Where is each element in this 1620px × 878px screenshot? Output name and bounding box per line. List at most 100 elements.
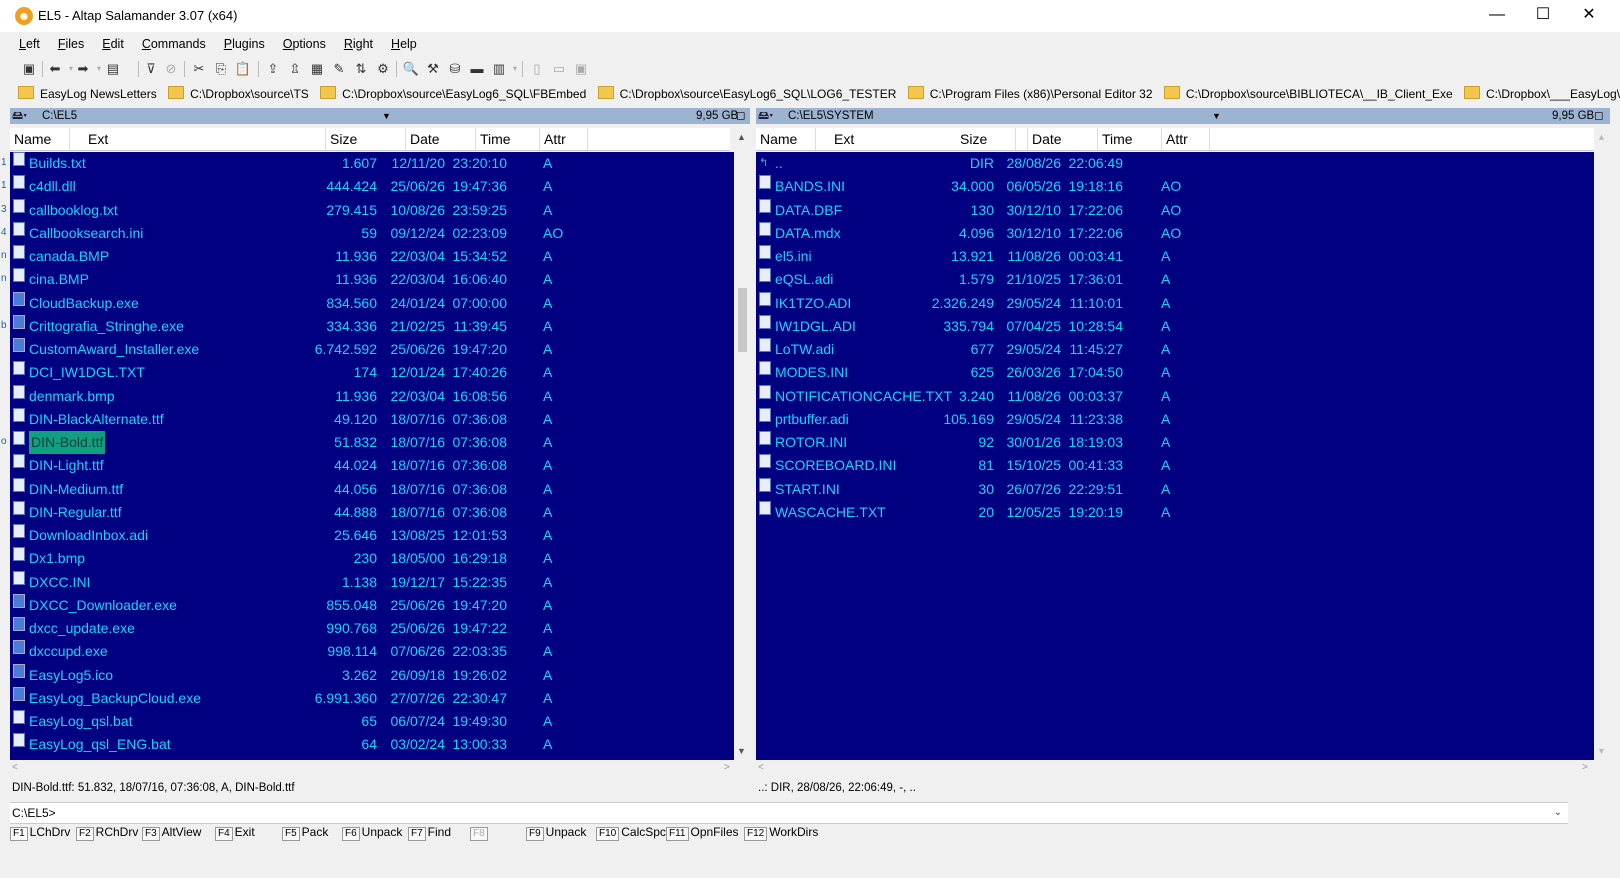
left-vertical-scrollbar[interactable]: ▲ ▼ [734,128,751,760]
path-history-dropdown-icon[interactable]: ▼ [382,108,391,124]
command-prompt[interactable]: C:\EL5> [10,806,56,820]
file-row[interactable]: MODES.INI 625 26/03/26 17:04:50 A [756,361,1594,384]
menu-files[interactable]: Files [49,33,93,55]
fkey-f10[interactable]: F10 CalcSpc [596,824,666,841]
file-row[interactable]: dxccupd.exe 998.114 07/06/26 22:03:35 A [10,640,734,663]
fkey-f1[interactable]: F1 LChDrv [10,824,70,841]
hotpath-item[interactable]: C:\Dropbox\___EasyLog\___EasyLog Marke [1463,84,1620,104]
file-row[interactable]: prtbuffer.adi 105.169 29/05/24 11:23:38 A [756,407,1594,431]
file-row[interactable]: ↰.. DIR 28/08/26 22:06:49 [756,152,1594,175]
file-row[interactable]: EasyLog_qsl_ENG.bat 64 03/02/24 13:00:33 A [10,733,734,756]
copy-icon[interactable]: ⎘ [212,60,230,78]
fkey-f12[interactable]: F12 WorkDirs [744,824,818,841]
scroll-right-icon[interactable]: > [1582,762,1588,773]
file-row[interactable]: EasyLog5.ico 3.262 26/09/18 19:26:02 A [10,663,734,687]
file-row[interactable]: dxcc_update.exe 990.768 25/06/26 19:47:22 A [10,617,734,640]
new-folder-icon[interactable]: ▦ [308,60,326,78]
file-row[interactable]: DownloadInbox.adi 25.646 13/08/25 12:01:53 A [10,524,734,547]
hotpath-item[interactable]: C:\Program Files (x86)\Personal Editor 3… [907,84,1153,104]
command-shell-icon[interactable]: ▬ [468,60,486,78]
file-row[interactable]: CloudBackup.exe 834.560 24/01/24 07:00:00 A [10,291,734,315]
right-file-list[interactable]: ↰.. DIR 28/08/26 22:06:49 BANDS.INI 34.000 06/… [756,152,1594,760]
fkey-f5[interactable]: F5 Pack [282,824,328,841]
column-size[interactable]: Size [956,128,1028,150]
zoom-panel-icon[interactable]: ◻ [736,108,746,124]
fkey-f8[interactable]: F8 [470,824,490,841]
hotpath-item[interactable]: C:\Dropbox\source\EasyLog6_SQL\LOG6_TEST… [597,84,896,104]
left-file-list[interactable]: Builds.txt 1.607 12/11/20 23:20:10 Ac4dll.dl… [10,152,734,760]
close-button[interactable]: ✕ [1566,0,1612,32]
file-row[interactable]: EasyLog_BackupCloud.exe 6.991.360 27/07/26… [10,686,734,710]
column-name[interactable]: Name [756,128,816,150]
scroll-up-icon[interactable]: ▲ [737,132,746,142]
right-horizontal-scrollbar[interactable]: < > [756,760,1594,776]
menu-plugins[interactable]: Plugins [215,33,274,55]
column-ext[interactable]: Ext [70,128,326,150]
column-size[interactable]: Size [326,128,406,150]
hotpath-item[interactable]: C:\Dropbox\source\BIBLIOTECA\__IB_Client… [1163,84,1453,104]
file-row[interactable]: canada.BMP 11.936 22/03/04 15:34:52 A [10,245,734,268]
drive-info-icon[interactable]: ▣ [572,60,590,78]
file-row[interactable]: EasyLog_qsl.bat 65 06/07/24 19:49:30 A [10,710,734,733]
salamander-app-icon[interactable]: ☻ [15,7,33,25]
right-path-bar[interactable]: 🖴▾ C:\EL5\SYSTEM ▼ 9,95 GB ◻ [756,108,1610,124]
menu-options[interactable]: Options [274,33,335,55]
path-history-dropdown-icon[interactable]: ▼ [1212,108,1221,124]
left-horizontal-scrollbar[interactable]: < > [10,760,734,776]
fkey-f2[interactable]: F2 RChDrv [76,824,138,841]
fkey-f3[interactable]: F3 AltView [142,824,201,841]
file-row[interactable]: START.INI 30 26/07/26 22:29:51 A [756,477,1594,501]
command-history-dropdown-icon[interactable]: ⌄ [1554,803,1562,823]
filter-icon[interactable]: ⊽ [142,60,160,78]
column-attr[interactable]: Attr [1162,128,1210,150]
change-drive-icon[interactable]: ▣ [20,60,38,78]
properties-icon[interactable]: ⚙ [374,60,392,78]
column-attr[interactable]: Attr [540,128,588,150]
file-row[interactable]: DCI_IW1DGL.TXT 174 12/01/24 17:40:26 A [10,361,734,384]
fkey-f4[interactable]: F4 Exit [215,824,255,841]
right-path-text[interactable]: C:\EL5\SYSTEM [788,108,874,124]
hotpaths-icon[interactable]: ▤ [104,60,122,78]
left-path-bar[interactable]: 🖴▾ C:\EL5 ▼ 9,95 GB ◻ [10,108,750,124]
file-row[interactable]: cina.BMP 11.936 22/03/04 16:06:40 A [10,268,734,291]
zoom-panel-icon[interactable]: ◻ [1594,108,1604,124]
menu-edit[interactable]: Edit [93,33,133,55]
file-row[interactable]: ROTOR.INI 92 30/01/26 18:19:03 A [756,431,1594,454]
file-row[interactable]: Dx1.bmp 230 18/05/00 16:29:18 A [10,547,734,570]
image-viewer-icon[interactable]: ▭ [550,60,568,78]
column-time[interactable]: Time [1098,128,1162,150]
hotpath-item[interactable]: C:\Dropbox\source\TS [168,84,309,104]
maximize-button[interactable]: ☐ [1520,0,1566,32]
file-row[interactable]: eQSL.adi 1.579 21/10/25 17:36:01 A [756,268,1594,291]
sort-icon[interactable]: ⇅ [352,60,370,78]
fkey-f6[interactable]: F6 Unpack [342,824,402,841]
column-name[interactable]: Name [10,128,70,150]
menu-commands[interactable]: Commands [133,33,215,55]
find-icon[interactable]: 🔍 [402,60,420,78]
hotpath-item[interactable]: C:\Dropbox\source\EasyLog6_SQL\FBEmbed [320,84,586,104]
file-row[interactable]: DXCC_Downloader.exe 855.048 25/06/26 19:47:… [10,593,734,617]
file-row[interactable]: WASCACHE.TXT 20 12/05/25 19:20:19 A [756,500,1594,524]
file-row[interactable]: el5.ini 13.921 11/08/26 00:03:41 A [756,245,1594,268]
left-path-text[interactable]: C:\EL5 [42,108,77,124]
cut-icon[interactable]: ✂ [190,60,208,78]
file-row[interactable]: CustomAward_Installer.exe 6.742.592 25/06/… [10,338,734,361]
file-row[interactable]: Crittografia_Stringhe.exe 334.336 21/02/25… [10,314,734,338]
file-row[interactable]: DATA.mdx 4.096 30/12/10 17:22:06 AO [756,221,1594,245]
minimize-button[interactable]: — [1474,0,1520,32]
copy-files-icon[interactable]: ⇪ [264,60,282,78]
file-row[interactable]: Callbooksearch.ini 59 09/12/24 02:23:09 AO [10,221,734,245]
command-line[interactable]: C:\EL5> ⌄ [10,802,1568,824]
file-row[interactable]: SCOREBOARD.INI 81 15/10/25 00:41:33 A [756,454,1594,477]
file-row[interactable]: denmark.bmp 11.936 22/03/04 16:08:56 A [10,384,734,408]
filter-off-icon[interactable]: ⊘ [162,60,180,78]
menu-help[interactable]: Help [382,33,426,55]
file-row[interactable]: DIN-Medium.ttf 44.056 18/07/16 07:36:08 A [10,477,734,501]
file-row[interactable]: NOTIFICATIONCACHE.TXT 3.240 11/08/26 00:03:… [756,384,1594,408]
scroll-thumb[interactable] [738,288,747,352]
scroll-down-icon[interactable]: ▼ [1597,746,1606,756]
hotpath-item[interactable]: EasyLog NewsLetters [18,84,157,104]
network-drive-icon[interactable]: ⛁ [446,60,464,78]
drive-dropdown-icon[interactable]: 🖴▾ [758,108,773,124]
map-network-icon[interactable]: ⚒ [424,60,442,78]
